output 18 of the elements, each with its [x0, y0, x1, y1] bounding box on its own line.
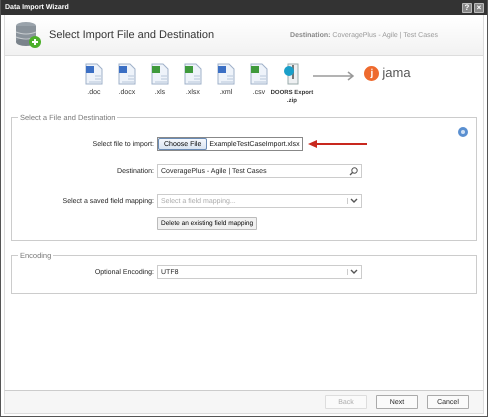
help-icon[interactable] [458, 127, 468, 137]
dropdown-icon[interactable] [347, 269, 358, 275]
spreadsheet-file-icon [150, 63, 169, 85]
logo-text: jama [382, 65, 411, 80]
document-file-icon [216, 63, 235, 85]
document-file-icon [118, 63, 136, 85]
database-add-icon [15, 21, 41, 49]
close-button[interactable]: × [474, 2, 484, 12]
wizard-step-title: Select Import File and Destination [49, 29, 214, 41]
logo-mark: j [364, 66, 380, 81]
arrow-icon [306, 139, 369, 149]
spreadsheet-file-icon [250, 63, 268, 85]
archive-file-icon [282, 63, 301, 85]
search-icon[interactable] [349, 166, 358, 176]
document-file-icon [84, 63, 103, 85]
dropdown-icon[interactable] [347, 198, 358, 204]
spreadsheet-file-icon [184, 63, 202, 85]
help-button[interactable]: ? [462, 2, 472, 12]
